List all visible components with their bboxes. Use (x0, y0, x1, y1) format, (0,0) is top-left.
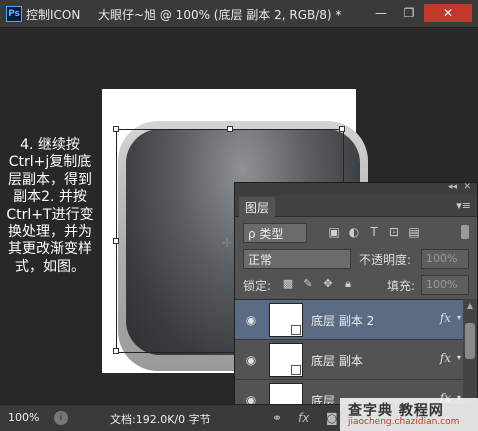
lock-all-icon[interactable]: 🔒︎ (341, 277, 355, 291)
filter-kind-select[interactable]: ρ 类型 (243, 223, 307, 243)
layer-effects-icon[interactable]: fx (440, 351, 451, 365)
close-button[interactable]: ✕ (424, 4, 472, 22)
minimize-button[interactable]: — (368, 4, 394, 22)
tutorial-instructions: 4. 继续按Ctrl+j复制底层副本，得到副本2. 并按Ctrl+T进行变换处理… (6, 137, 94, 275)
add-layer-style-icon[interactable]: fx (298, 411, 309, 425)
scroll-up-icon[interactable]: ▲ (465, 301, 475, 311)
transform-handle-top-left[interactable] (113, 126, 119, 132)
layer-thumbnail (269, 343, 303, 377)
panel-menu-icon[interactable]: ▾≡ (456, 199, 471, 212)
maximize-button[interactable]: ❐ (396, 4, 422, 22)
transform-handle-top-center[interactable] (227, 126, 233, 132)
lock-image-pixels-icon[interactable]: ✎ (301, 277, 315, 291)
watermark-url: jiaocheng.chazidian.com (348, 417, 460, 427)
document-info: 文档:192.0K/0 字节 (110, 413, 211, 426)
expand-effects-icon[interactable]: ▾ (457, 313, 461, 322)
layer-row[interactable]: ◉ 底层 副本 2 fx ▾ (235, 300, 463, 340)
lock-label: 锁定: (243, 279, 272, 293)
layers-list: ◉ 底层 副本 2 fx ▾ ◉ 底层 副本 fx ▾ ◉ 底层 fx ▾ (235, 299, 463, 405)
shape-filter-icon[interactable]: ⊡ (387, 225, 401, 239)
opacity-input[interactable]: 100% (421, 249, 469, 269)
document-title: 大眼仔~旭 @ 100% (底层 副本 2, RGB/8) * (98, 8, 342, 22)
close-panel-icon[interactable]: ✕ (463, 182, 471, 192)
image-filter-icon[interactable]: ▣ (327, 225, 341, 239)
adjustment-filter-icon[interactable]: ◐ (347, 225, 361, 239)
panel-footer-icons: ⚭ fx ◙ (270, 409, 350, 427)
layer-thumbnail (269, 383, 303, 405)
transform-handle-top-right[interactable] (339, 126, 345, 132)
transform-handle-middle-left[interactable] (113, 238, 119, 244)
zoom-level[interactable]: 100% (8, 411, 48, 427)
layer-filter-row: ρ 类型 ▣ ◐ T ⊡ ▤ (239, 221, 473, 245)
photoshop-logo-icon: Ps (6, 6, 22, 22)
smart-object-filter-icon[interactable]: ▤ (407, 225, 421, 239)
filter-toggle-switch[interactable] (461, 225, 469, 239)
collapse-panel-icon[interactable]: ◂◂ (448, 182, 457, 192)
layer-row[interactable]: ◉ 底层 副本 fx ▾ (235, 340, 463, 380)
lock-position-icon[interactable]: ✥ (321, 277, 335, 291)
status-info-icon[interactable]: i (54, 411, 68, 425)
app-name: 控制ICON (26, 8, 81, 22)
panel-header: ◂◂ ✕ (235, 182, 477, 195)
blend-mode-select[interactable]: 正常 (243, 249, 351, 269)
title-bar: Ps 控制ICON 大眼仔~旭 @ 100% (底层 副本 2, RGB/8) … (0, 0, 478, 28)
site-watermark: 查字典 教程网 jiaocheng.chazidian.com (340, 398, 478, 431)
layer-thumbnail (269, 303, 303, 337)
add-mask-icon[interactable]: ◙ (326, 411, 338, 425)
scroll-thumb[interactable] (465, 323, 475, 359)
expand-effects-icon[interactable]: ▾ (457, 353, 461, 362)
transform-center-icon[interactable]: ✛ (222, 236, 232, 250)
layers-scrollbar[interactable]: ▲ (463, 299, 477, 405)
opacity-label: 不透明度: (359, 253, 412, 267)
layer-name: 底层 副本 2 (311, 314, 375, 328)
visibility-eye-icon[interactable]: ◉ (243, 312, 259, 328)
layers-panel: ◂◂ ✕ 图层 ▾≡ ρ 类型 ▣ ◐ T ⊡ ▤ 正常 不透明度: 100% … (234, 182, 478, 405)
lock-row: 锁定: ▩ ✎ ✥ 🔒︎ 填充: 100% (239, 273, 473, 297)
transform-handle-bottom-left[interactable] (113, 348, 119, 354)
tab-layers[interactable]: 图层 (239, 197, 276, 217)
visibility-eye-icon[interactable]: ◉ (243, 352, 259, 368)
fill-input[interactable]: 100% (421, 275, 469, 295)
fill-label: 填充: (387, 279, 416, 293)
blend-row: 正常 不透明度: 100% (239, 247, 473, 271)
layer-name: 底层 副本 (311, 354, 363, 368)
layer-effects-icon[interactable]: fx (440, 311, 451, 325)
link-layers-icon[interactable]: ⚭ (272, 411, 282, 425)
type-filter-icon[interactable]: T (367, 225, 381, 239)
lock-transparent-pixels-icon[interactable]: ▩ (281, 277, 295, 291)
panel-tab-bar: 图层 ▾≡ (235, 195, 477, 217)
